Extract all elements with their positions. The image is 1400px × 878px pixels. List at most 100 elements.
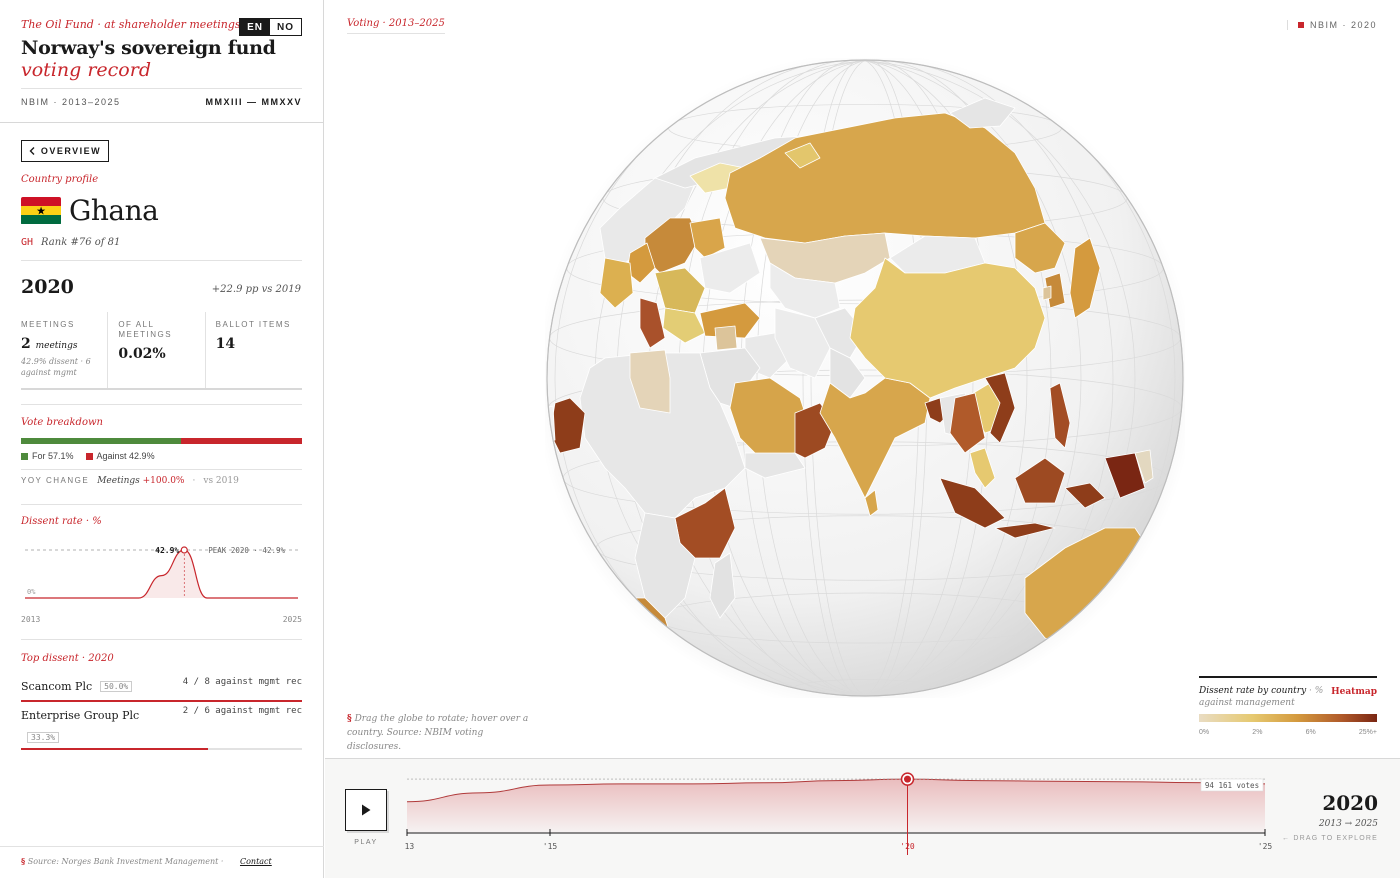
- play-icon: [362, 804, 371, 816]
- timeline-area: [407, 779, 1265, 833]
- stat-share-key: OF ALL MEETINGS: [118, 320, 173, 339]
- country-south-africa[interactable]: [624, 647, 671, 698]
- legend-tick: 25%+: [1358, 729, 1377, 736]
- globe-map[interactable]: [545, 58, 1185, 698]
- legend-ticks: 0% 2% 6% 25%+: [1199, 729, 1377, 736]
- yoy-change-sep: ·: [192, 476, 196, 486]
- top-dissent-row[interactable]: Scancom Plc 50.0% 4 / 8 against mgmt rec: [21, 675, 302, 702]
- stats-row: MEETINGS 2 meetings 42.9% dissent · 6 ag…: [21, 312, 302, 390]
- yoy-change-value: +100.0%: [142, 476, 185, 486]
- divider: [21, 639, 302, 640]
- company-name-row: Scancom Plc 50.0%: [21, 680, 133, 693]
- stat-ballot-value: 14: [215, 336, 236, 352]
- map-corner-label: NBIM · 2020: [1309, 20, 1377, 30]
- stat-ballot-key: BALLOT ITEMS: [215, 320, 291, 329]
- company-bar-track: [21, 700, 302, 702]
- hint-mark: §: [347, 714, 352, 724]
- x-start-label: 2013: [21, 615, 40, 624]
- yoy-delta: +22.9 pp vs 2019: [211, 284, 301, 295]
- yoy-change-row: YOY CHANGE Meetings +100.0% · vs 2019: [21, 476, 239, 486]
- overview-label: OVERVIEW: [40, 146, 102, 156]
- country-israel[interactable]: [714, 325, 738, 351]
- company-pct: 50.0%: [100, 681, 133, 692]
- language-switch: EN NO: [239, 18, 302, 36]
- map-hint: § Drag the globe to rotate; hover over a…: [347, 712, 537, 754]
- stat-meetings-unit: meetings: [35, 341, 78, 351]
- divider: [21, 260, 302, 261]
- vote-breakdown-bar: [21, 438, 302, 444]
- company-bar-fill: [21, 700, 302, 702]
- map-corner-tag: NBIM · 2020: [1286, 20, 1377, 30]
- vote-breakdown-label: Vote breakdown: [21, 417, 103, 428]
- dissent-sparkline[interactable]: 42.9% PEAK 2020 · 42.9% 0% 2013 2025: [21, 540, 302, 630]
- legend-unit: · %: [1306, 686, 1324, 696]
- company-pct: 33.3%: [27, 732, 60, 743]
- stat-meetings-key: MEETINGS: [21, 320, 75, 329]
- timeline-year: 2020: [1322, 791, 1378, 815]
- legend-tick: 0%: [1199, 729, 1210, 736]
- vote-for-label: For 57.1%: [32, 451, 74, 461]
- company-name: Scancom Plc: [21, 680, 93, 693]
- divider: [0, 122, 324, 123]
- divider: [21, 404, 302, 405]
- overview-button[interactable]: OVERVIEW: [21, 140, 109, 162]
- timeline-range: 2013 → 2025: [1318, 819, 1378, 829]
- peak-note-label: PEAK 2020 · 42.9%: [208, 546, 285, 555]
- timeline-tick-label: '15: [543, 842, 558, 851]
- divider: [21, 469, 302, 470]
- section-label-country-profile: Country profile: [21, 174, 99, 185]
- timeline-chart[interactable]: '13'15'20'2594 161 votes: [405, 767, 1275, 867]
- yoy-change-metric: Meetings: [97, 476, 140, 486]
- country-name: Ghana: [69, 194, 159, 227]
- timeline-handle-dot: [904, 775, 911, 783]
- play-button[interactable]: [345, 789, 387, 831]
- heatmap-toggle[interactable]: Heatmap: [1331, 687, 1377, 697]
- meta-right: MMXIII — MMXXV: [205, 97, 302, 107]
- yoy-change-value-row: Meetings +100.0%: [97, 476, 184, 486]
- stat-meetings-value-row: 2 meetings: [21, 336, 107, 352]
- contact-link[interactable]: Contact: [240, 857, 272, 866]
- country-taiwan[interactable]: [1042, 285, 1052, 301]
- stat-meetings-note: 42.9% dissent · 6 against mgmt: [21, 357, 91, 377]
- timeline: PLAY '13'15'20'2594 161 votes 2020 2013 …: [325, 758, 1400, 878]
- lang-no-button[interactable]: NO: [270, 19, 301, 35]
- vote-against-label: Against 42.9%: [96, 451, 155, 461]
- timeline-tick-label: '25: [1258, 842, 1273, 851]
- footer-mark: §: [21, 856, 26, 866]
- divider: [21, 504, 302, 505]
- vote-legend-for: For 57.1%: [21, 451, 74, 461]
- lang-en-button[interactable]: EN: [240, 19, 270, 35]
- peak-point[interactable]: [180, 546, 188, 554]
- sidebar: The Oil Fund · at shareholder meetings E…: [0, 0, 324, 878]
- yoy-change-key: YOY CHANGE: [21, 476, 90, 485]
- yoy-change-vs: vs 2019: [203, 476, 239, 486]
- legend-gradient: [1199, 714, 1377, 722]
- page-subtitle: voting record: [21, 59, 151, 81]
- company-count: 2 / 6 against mgmt rec: [182, 706, 302, 716]
- company-bar-fill: [21, 748, 209, 750]
- country-rank-row: GH Rank #76 of 81: [21, 237, 120, 248]
- legend-tick: 2%: [1252, 729, 1263, 736]
- top-dissent-label: Top dissent · 2020: [21, 653, 114, 664]
- legend-tick: 6%: [1305, 729, 1316, 736]
- selected-year: 2020: [21, 276, 74, 298]
- stat-ballot: BALLOT ITEMS 14: [206, 312, 302, 388]
- vote-against-segment: [181, 438, 302, 444]
- sidebar-header: The Oil Fund · at shareholder meetings E…: [21, 18, 302, 81]
- map-panel: Voting · 2013–2025 NBIM · 2020 § Drag th…: [325, 0, 1400, 757]
- legend-subtitle: against management: [1199, 698, 1295, 708]
- meta-left: NBIM · 2013–2025: [21, 97, 121, 107]
- country-rank: Rank #76 of 81: [41, 237, 121, 248]
- sparkline-area: [25, 550, 298, 598]
- stat-meetings-value: 2: [21, 336, 31, 352]
- timeline-drag-hint: ← DRAG TO EXPLORE: [1282, 835, 1378, 842]
- timeline-value-label: 94 161 votes: [1205, 781, 1259, 790]
- country-code: GH: [21, 237, 34, 248]
- timeline-tick-label: '13: [405, 842, 414, 851]
- dissent-rate-label: Dissent rate · %: [21, 516, 102, 527]
- company-name-row: Enterprise Group Plc: [21, 709, 139, 722]
- top-dissent-row[interactable]: Enterprise Group Plc 2 / 6 against mgmt …: [21, 704, 302, 750]
- meta-row: NBIM · 2013–2025 MMXIII — MMXXV: [21, 88, 302, 107]
- vote-legend-against: Against 42.9%: [85, 451, 155, 461]
- stat-share: OF ALL MEETINGS 0.02%: [108, 312, 206, 388]
